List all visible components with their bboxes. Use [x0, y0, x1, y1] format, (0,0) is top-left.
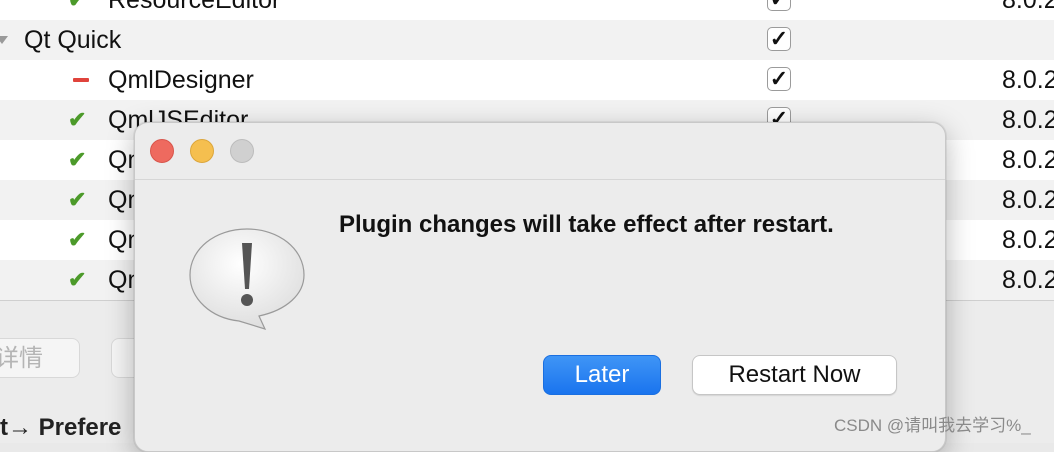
- disclosure-triangle-icon[interactable]: [0, 36, 8, 44]
- plugin-name: QmlDesigner: [108, 66, 254, 94]
- plugin-name: ResourceEditor: [108, 0, 281, 14]
- plugin-version: 8.0.2: [1002, 266, 1054, 294]
- plugin-version: 8.0.2: [1002, 66, 1054, 94]
- plugin-version: 8.0.2: [1002, 226, 1054, 254]
- details-button[interactable]: 详情: [0, 338, 80, 378]
- plugin-version: 8.0.2: [1002, 186, 1054, 214]
- plugin-version: 8.0.2: [1002, 146, 1054, 174]
- plugin-group-checkbox[interactable]: ✓: [767, 27, 791, 51]
- plugin-row[interactable]: QmlDesigner ✓ 8.0.2: [0, 60, 1054, 100]
- restart-now-button[interactable]: Restart Now: [692, 355, 897, 395]
- status-ok-icon: ✔: [68, 187, 87, 212]
- status-ok-icon: ✔: [68, 227, 87, 252]
- status-ok-icon: ✔: [68, 0, 92, 20]
- status-ok-icon: ✔: [68, 107, 87, 132]
- dialog-message: Plugin changes will take effect after re…: [339, 211, 834, 238]
- status-disabled-icon: [68, 60, 92, 100]
- minimize-window-icon[interactable]: [190, 139, 214, 163]
- later-button[interactable]: Later: [543, 355, 661, 395]
- status-ok-icon: ✔: [68, 147, 87, 172]
- plugin-version: 8.0.2: [1002, 0, 1054, 14]
- exclamation-bubble-icon: [189, 228, 305, 330]
- watermark: CSDN @请叫我去学习%_: [834, 416, 1031, 435]
- plugin-version: 8.0.2: [1002, 106, 1054, 134]
- close-window-icon[interactable]: [150, 139, 174, 163]
- status-ok-icon: ✔: [68, 267, 87, 292]
- plugin-row[interactable]: ✔ ResourceEditor ✓ 8.0.2: [0, 0, 1054, 20]
- plugin-group-name: Qt Quick: [24, 26, 122, 54]
- preferences-label: t→ Prefere: [0, 414, 122, 441]
- restart-dialog: Plugin changes will take effect after re…: [134, 122, 946, 452]
- plugin-group-row[interactable]: Qt Quick ✓: [0, 20, 1054, 60]
- plugin-enabled-checkbox[interactable]: ✓: [767, 0, 791, 11]
- dialog-titlebar: [135, 123, 945, 180]
- plugin-enabled-checkbox[interactable]: ✓: [767, 67, 791, 91]
- zoom-window-icon: [230, 139, 254, 163]
